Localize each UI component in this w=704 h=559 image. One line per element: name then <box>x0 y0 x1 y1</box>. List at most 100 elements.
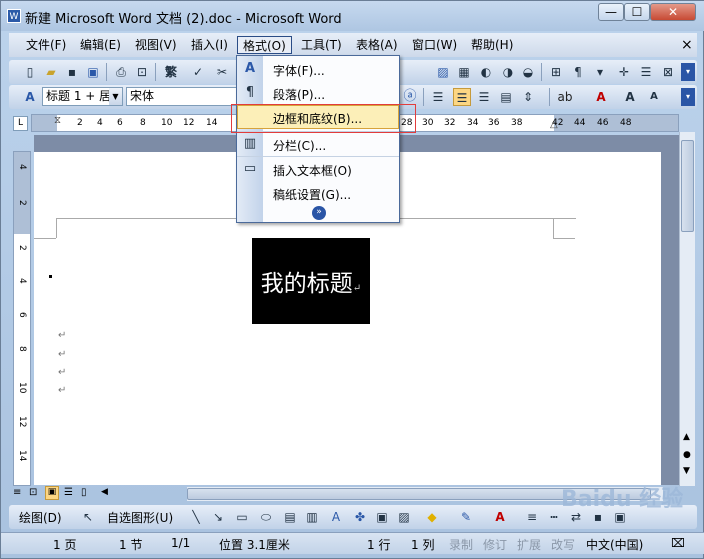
line-style-icon[interactable]: ≡ <box>523 508 541 526</box>
highlight-icon[interactable]: ab <box>556 88 574 106</box>
line-spacing-icon[interactable]: ⇕ <box>519 88 537 106</box>
tab-stop-selector[interactable]: L <box>13 116 28 131</box>
maximize-button[interactable]: ☐ <box>624 3 650 21</box>
menu-item-columns[interactable]: ▥ 分栏(C)... <box>237 131 399 155</box>
spelling-status-icon[interactable]: ⌧ <box>671 536 685 550</box>
oval-icon[interactable]: ⬭ <box>257 508 275 526</box>
window-title: 新建 Microsoft Word 文档 (2).doc - Microsoft… <box>25 12 342 27</box>
cut-icon[interactable]: ✂ <box>213 63 231 81</box>
toolbar-overflow-icon[interactable]: ▾ <box>681 88 695 106</box>
word-app-icon[interactable]: W <box>7 9 21 23</box>
fill-color-icon[interactable]: ◆ <box>423 508 441 526</box>
menu-item-insert-textbox[interactable]: ▭ 插入文本框(O) <box>237 156 399 180</box>
expand-menu-icon[interactable]: » <box>312 206 326 220</box>
rectangle-icon[interactable]: ▭ <box>233 508 251 526</box>
grow-font-icon[interactable]: A <box>621 88 639 106</box>
reading-view-icon[interactable]: ▯ <box>81 487 87 498</box>
menu-item-manuscript[interactable]: 稿纸设置(G)... <box>237 181 399 205</box>
close-document-icon[interactable]: × <box>676 36 698 54</box>
autoshapes-menu[interactable]: 自选图形(U) <box>107 509 173 526</box>
show-marks-icon[interactable]: ¶ <box>569 63 587 81</box>
new-document-icon[interactable]: ▯ <box>21 63 39 81</box>
styles-pane-icon[interactable]: A <box>21 88 39 106</box>
outline-view-icon[interactable]: ☰ <box>64 487 73 498</box>
status-page: 1 页 <box>53 538 77 552</box>
menu-window[interactable]: 窗口(W) <box>407 36 462 54</box>
text-box-icon[interactable]: ▤ <box>281 508 299 526</box>
doc-map-icon[interactable]: ⊞ <box>547 63 565 81</box>
menu-help[interactable]: 帮助(H) <box>466 36 518 54</box>
align-center-icon[interactable]: ☰ <box>453 88 471 106</box>
status-rec[interactable]: 录制 <box>449 536 473 553</box>
menu-edit[interactable]: 编辑(E) <box>75 36 126 54</box>
scroll-left-icon[interactable]: ◀ <box>101 487 108 497</box>
normal-view-icon[interactable]: ≡ <box>13 487 21 498</box>
align-right-icon[interactable]: ☰ <box>475 88 493 106</box>
print-icon[interactable]: ⎙ <box>112 63 130 81</box>
textbox-icon: ▭ <box>243 161 257 176</box>
insert-excel-icon[interactable]: ◐ <box>477 63 495 81</box>
insert-picture-icon[interactable]: ▨ <box>434 63 452 81</box>
minimize-button[interactable]: — <box>598 3 624 21</box>
shrink-font-icon[interactable]: A <box>645 88 663 106</box>
style-combo[interactable]: 标题 1 + 居 ▼ <box>42 87 123 106</box>
menu-item-paragraph[interactable]: ¶ 段落(P)... <box>237 81 399 105</box>
menu-insert[interactable]: 插入(I) <box>186 36 233 54</box>
font-combo[interactable]: 宋体 <box>126 87 238 106</box>
line-icon[interactable]: ╲ <box>187 508 205 526</box>
align-left-icon[interactable]: ☰ <box>429 88 447 106</box>
arrow-icon[interactable]: ↘ <box>209 508 227 526</box>
prev-page-icon[interactable]: ▲ <box>683 432 690 442</box>
chevron-down-icon[interactable]: ▼ <box>109 88 122 105</box>
draw-font-color-icon[interactable]: A <box>491 508 509 526</box>
font-color-icon[interactable]: A <box>592 88 610 106</box>
paragraph-icon: ¶ <box>245 85 255 100</box>
print-preview-icon[interactable]: ⊡ <box>133 63 151 81</box>
diagram-icon[interactable]: ✤ <box>351 508 369 526</box>
lines-icon[interactable]: ☰ <box>637 63 655 81</box>
wordart-icon[interactable]: A <box>327 508 345 526</box>
web-view-icon[interactable]: ⊡ <box>29 487 37 498</box>
toolbar-options-icon[interactable]: ▾ <box>591 63 609 81</box>
vertical-ruler[interactable]: 4 2 2 4 6 8 10 12 14 <box>13 151 31 486</box>
menu-file[interactable]: 文件(F) <box>21 36 71 54</box>
menu-view[interactable]: 视图(V) <box>130 36 182 54</box>
drawing-icon[interactable]: ◒ <box>519 63 537 81</box>
read-icon[interactable]: ✛ <box>615 63 633 81</box>
columns-icon[interactable]: ◑ <box>499 63 517 81</box>
traditional-chinese-icon[interactable]: 繁 <box>162 63 180 81</box>
picture-icon[interactable]: ▨ <box>395 508 413 526</box>
clipart-icon[interactable]: ▣ <box>373 508 391 526</box>
ruler-number: 10 <box>161 118 173 128</box>
close-button[interactable]: ✕ <box>650 3 696 21</box>
heading-block[interactable]: 我的标题↵ <box>252 238 370 324</box>
save-icon[interactable]: ▪ <box>63 63 81 81</box>
next-page-icon[interactable]: ▼ <box>683 466 690 476</box>
vruler-number: 12 <box>17 416 27 428</box>
indent-marker[interactable]: ⧖ <box>54 115 61 126</box>
line-color-icon[interactable]: ✎ <box>457 508 475 526</box>
permission-icon[interactable]: ▣ <box>84 63 102 81</box>
baidu-watermark: Baidu 经验 <box>561 487 684 512</box>
menu-table[interactable]: 表格(A) <box>351 36 403 54</box>
ruler-number: 6 <box>117 118 123 128</box>
scroll-thumb[interactable] <box>681 140 694 232</box>
print-view-icon[interactable]: ▣ <box>45 486 59 500</box>
status-trk[interactable]: 修订 <box>483 536 507 553</box>
insert-table-icon[interactable]: ▦ <box>455 63 473 81</box>
vertical-scrollbar[interactable]: ▲ ● ▼ <box>679 132 695 486</box>
justify-icon[interactable]: ▤ <box>497 88 515 106</box>
vertical-text-box-icon[interactable]: ▥ <box>303 508 321 526</box>
zoom-icon[interactable]: ⊠ <box>659 63 677 81</box>
menu-item-font[interactable]: A 字体(F)... <box>237 57 399 81</box>
menu-format[interactable]: 格式(O) <box>237 36 292 54</box>
spelling-icon[interactable]: ✓ <box>189 63 207 81</box>
status-ovr[interactable]: 改写 <box>551 536 575 553</box>
status-ext[interactable]: 扩展 <box>517 536 541 553</box>
select-objects-icon[interactable]: ↖ <box>79 508 97 526</box>
toolbar-overflow-icon[interactable]: ▾ <box>681 63 695 81</box>
open-folder-icon[interactable]: ▰ <box>42 63 60 81</box>
menu-tools[interactable]: 工具(T) <box>296 36 347 54</box>
draw-menu[interactable]: 绘图(D) <box>19 509 62 526</box>
browse-object-icon[interactable]: ● <box>683 450 691 460</box>
